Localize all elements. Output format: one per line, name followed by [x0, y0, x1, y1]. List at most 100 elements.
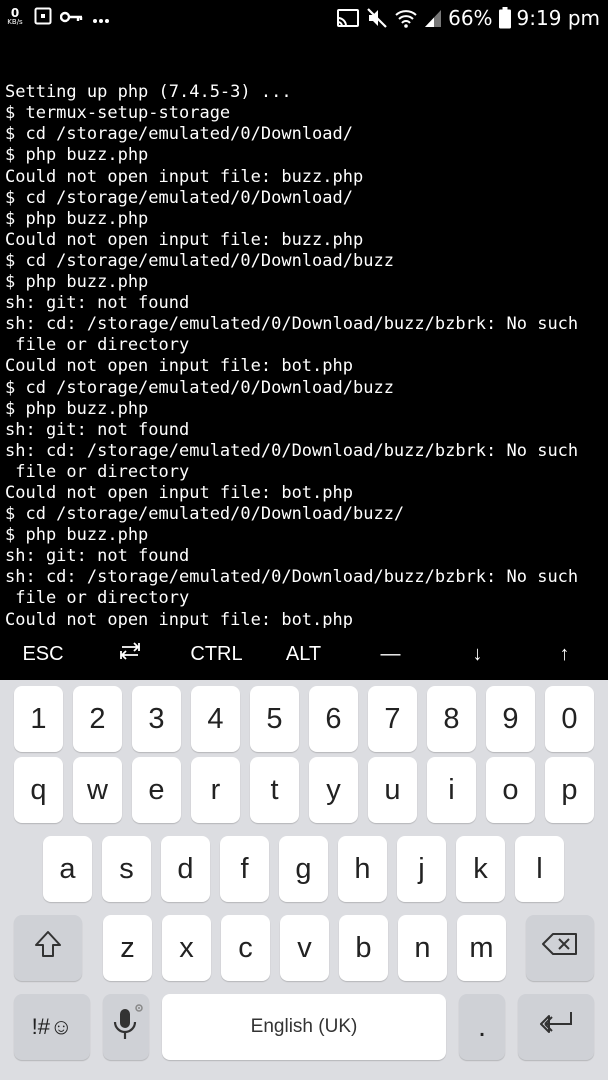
clock: 9:19 pm — [516, 6, 600, 30]
down-arrow-key[interactable]: ↓ — [434, 628, 521, 680]
backspace-icon — [541, 931, 579, 965]
network-speed: 0 KB/s — [4, 6, 26, 27]
network-speed-value: 0 — [10, 6, 20, 20]
tab-key[interactable] — [86, 628, 173, 680]
letter-key[interactable]: z — [103, 915, 152, 981]
terminal-line: $ cd /storage/emulated/0/Download/buzz/ — [5, 504, 405, 525]
terminal-line: $ cd /storage/emulated/0/Download/ — [5, 124, 353, 145]
terminal-line: $ cd /storage/emulated/0/Download/ — [5, 187, 353, 208]
terminal-line: $ php buzz.php — [5, 525, 149, 546]
enter-icon — [535, 1008, 577, 1046]
terminal-line: $ php buzz.php — [5, 272, 149, 293]
terminal-line: $ php buzz.php — [5, 398, 149, 419]
terminal-line: file or directory — [5, 335, 190, 356]
voice-input-key[interactable] — [103, 994, 149, 1060]
number-key[interactable]: 0 — [545, 686, 594, 752]
extra-keys-row: ESC CTRL ALT — ↓ ↑ — [0, 628, 608, 680]
number-key[interactable]: 6 — [309, 686, 358, 752]
number-key[interactable]: 7 — [368, 686, 417, 752]
terminal-line: sh: cd: /storage/emulated/0/Download/buz… — [5, 440, 579, 461]
letter-key[interactable]: g — [279, 836, 328, 902]
number-key[interactable]: 5 — [250, 686, 299, 752]
letter-key[interactable]: m — [457, 915, 506, 981]
letter-key[interactable]: j — [397, 836, 446, 902]
screenshot-icon — [34, 7, 52, 29]
terminal-output[interactable]: Setting up php (7.4.5-3) ... $ termux-set… — [5, 40, 605, 694]
more-icon — [92, 9, 110, 28]
symbols-key[interactable]: !#☺ — [14, 994, 90, 1060]
status-bar-left: 0 KB/s — [4, 4, 110, 32]
letter-key[interactable]: s — [102, 836, 151, 902]
letter-key[interactable]: p — [545, 757, 594, 823]
esc-key[interactable]: ESC — [0, 628, 86, 680]
terminal-line: $ cd /storage/emulated/0/Download/buzz — [5, 250, 394, 271]
dash-key[interactable]: — — [347, 628, 434, 680]
letter-key[interactable]: c — [221, 915, 270, 981]
letter-key[interactable]: u — [368, 757, 417, 823]
shift-key[interactable] — [14, 915, 82, 981]
number-key[interactable]: 4 — [191, 686, 240, 752]
terminal-line: sh: cd: /storage/emulated/0/Download/buz… — [5, 567, 579, 588]
signal-icon — [424, 8, 442, 28]
tab-icon — [118, 640, 142, 668]
space-bar[interactable]: English (UK) — [162, 994, 446, 1060]
battery-percent: 66% — [448, 6, 493, 30]
number-key[interactable]: 2 — [73, 686, 122, 752]
letter-key[interactable]: n — [398, 915, 447, 981]
letter-key[interactable]: t — [250, 757, 299, 823]
letter-key[interactable]: a — [43, 836, 92, 902]
terminal-line: $ php buzz.php — [5, 145, 149, 166]
letter-key[interactable]: r — [191, 757, 240, 823]
terminal-line: $ cd /storage/emulated/0/Download/buzz — [5, 377, 394, 398]
terminal-line: sh: cd: /storage/emulated/0/Download/buz… — [5, 314, 579, 335]
terminal-lines: Setting up php (7.4.5-3) ... $ termux-set… — [5, 82, 605, 630]
status-bar: 0 KB/s 66% 9:19 pm — [0, 0, 608, 36]
letter-key[interactable]: k — [456, 836, 505, 902]
period-key[interactable]: . — [459, 994, 505, 1060]
status-bar-right: 66% 9:19 pm — [336, 4, 600, 32]
mute-icon — [366, 7, 388, 29]
letter-key[interactable]: v — [280, 915, 329, 981]
terminal-line: file or directory — [5, 588, 190, 609]
terminal-line: Could not open input file: buzz.php — [5, 166, 364, 187]
number-key[interactable]: 1 — [14, 686, 63, 752]
shift-icon — [33, 929, 63, 967]
letter-key[interactable]: e — [132, 757, 181, 823]
letter-key[interactable]: w — [73, 757, 122, 823]
terminal-line: Could not open input file: bot.php — [5, 356, 353, 377]
number-key[interactable]: 8 — [427, 686, 476, 752]
terminal-line: Could not open input file: buzz.php — [5, 229, 364, 250]
letter-key[interactable]: q — [14, 757, 63, 823]
terminal-line: Could not open input file: bot.php — [5, 482, 353, 503]
cast-icon — [336, 8, 360, 28]
number-key[interactable]: 9 — [486, 686, 535, 752]
letter-key[interactable]: d — [161, 836, 210, 902]
microphone-icon — [109, 1003, 143, 1051]
terminal-line: $ php buzz.php — [5, 208, 149, 229]
letter-key[interactable]: l — [515, 836, 564, 902]
wifi-icon — [394, 8, 418, 28]
terminal-line: Setting up php (7.4.5-3) ... — [5, 82, 292, 103]
letter-key[interactable]: x — [162, 915, 211, 981]
terminal-line: file or directory — [5, 461, 190, 482]
soft-keyboard: 1234567890 qwertyuiop asdfghjkl zxcvbnm … — [0, 680, 608, 1080]
alt-key[interactable]: ALT — [260, 628, 347, 680]
terminal-line: sh: git: not found — [5, 419, 190, 440]
number-key[interactable]: 3 — [132, 686, 181, 752]
letter-key[interactable]: h — [338, 836, 387, 902]
letter-key[interactable]: o — [486, 757, 535, 823]
battery-icon — [498, 7, 511, 29]
letter-key[interactable]: b — [339, 915, 388, 981]
letter-key[interactable]: i — [427, 757, 476, 823]
ctrl-key[interactable]: CTRL — [173, 628, 260, 680]
key-icon — [59, 9, 84, 28]
terminal-line: sh: git: not found — [5, 293, 190, 314]
enter-key[interactable] — [518, 994, 594, 1060]
up-arrow-key[interactable]: ↑ — [521, 628, 608, 680]
backspace-key[interactable] — [526, 915, 594, 981]
letter-key[interactable]: f — [220, 836, 269, 902]
letter-key[interactable]: y — [309, 757, 358, 823]
network-speed-unit: KB/s — [7, 18, 23, 26]
terminal-line: $ termux-setup-storage — [5, 103, 231, 124]
terminal-line: sh: git: not found — [5, 546, 190, 567]
